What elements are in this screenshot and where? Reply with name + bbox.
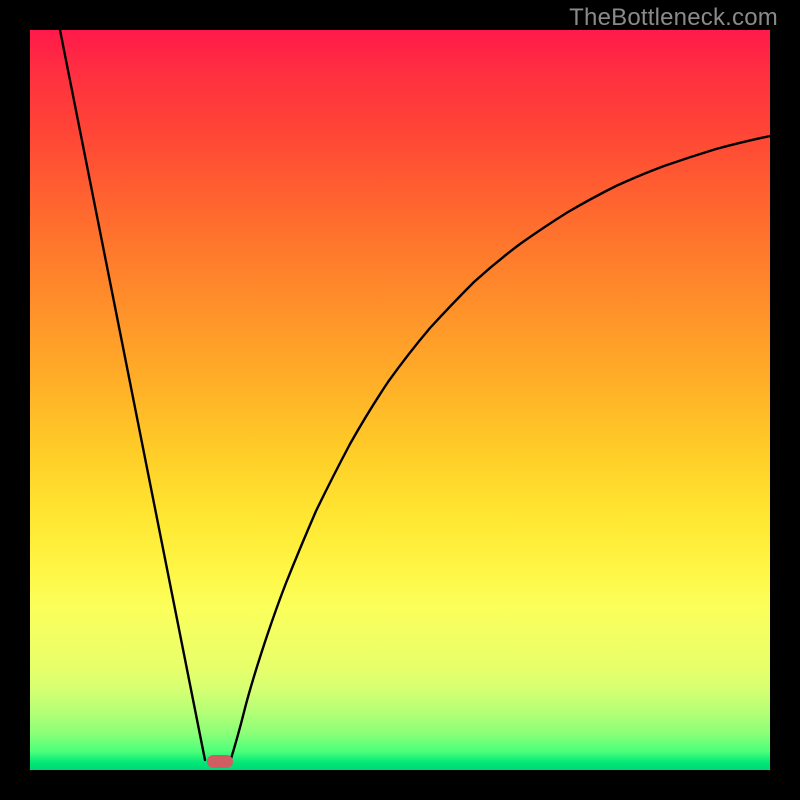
bottleneck-curve	[30, 30, 770, 770]
curve-right-arm	[230, 136, 770, 762]
chart-frame: TheBottleneck.com	[0, 0, 800, 800]
optimal-marker	[207, 755, 233, 768]
watermark-text: TheBottleneck.com	[569, 4, 778, 32]
plot-area	[30, 30, 770, 770]
curve-left-arm	[60, 30, 205, 760]
